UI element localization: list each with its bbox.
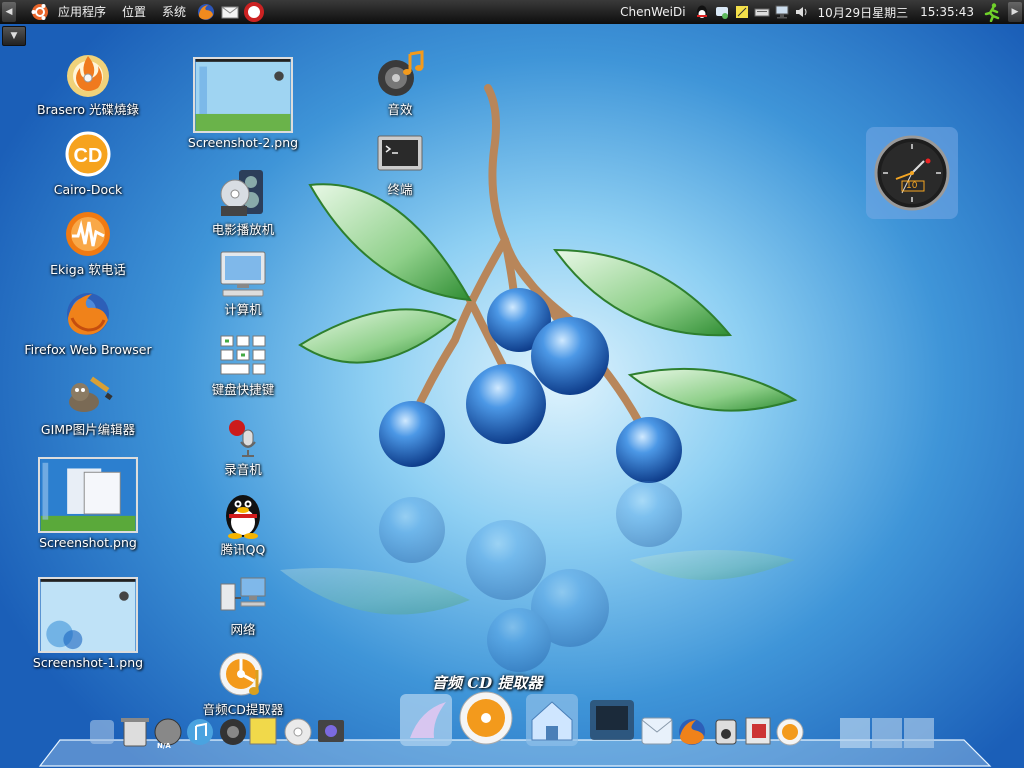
desktop-icon-sound[interactable]: 音效 <box>325 48 475 118</box>
dock-weather-badge: N/A <box>157 742 171 750</box>
cairo-dock[interactable] <box>0 690 1024 768</box>
system-tray: ChenWeiDi 10月29日星期三 15:35:43 <box>614 0 1004 24</box>
desktop-icon-network[interactable]: 网络 <box>168 568 318 638</box>
dock-firefox-icon[interactable] <box>679 719 705 745</box>
keyboard-tray-icon[interactable] <box>754 4 770 20</box>
desktop-icon-sound-recorder[interactable]: 录音机 <box>168 408 318 478</box>
keyboard-icon <box>220 335 266 375</box>
desktop-icon-firefox[interactable]: Firefox Web Browser <box>13 288 163 358</box>
dock-software-center-icon[interactable] <box>745 717 771 745</box>
desktop-icon-ekiga[interactable]: Ekiga 软电话 <box>13 208 163 278</box>
dock-cd-icon[interactable] <box>284 718 312 746</box>
desktop-icon-label: Screenshot-1.png <box>32 655 144 670</box>
analog-clock-face <box>874 135 950 211</box>
terminal-icon <box>377 135 423 171</box>
qq-tray-icon[interactable] <box>694 4 710 20</box>
dock-terminal-icon[interactable] <box>590 700 634 740</box>
desktop-icon-label: 腾讯QQ <box>220 542 266 557</box>
clock-widget[interactable]: 10 <box>866 127 958 219</box>
desktop-icon-gimp[interactable]: GIMP图片编辑器 <box>13 368 163 438</box>
desktop-icon-keyboard-shortcuts[interactable]: 键盘快捷键 <box>168 328 318 398</box>
image-thumbnail <box>193 57 293 133</box>
image-thumbnail <box>38 577 138 653</box>
desktop-icon-label: 计算机 <box>224 302 262 317</box>
computer-icon <box>220 251 266 297</box>
date-label[interactable]: 10月29日星期三 <box>818 4 909 21</box>
desktop-icon-movie-player[interactable]: 电影播放机 <box>168 168 318 238</box>
menu-places[interactable]: 位置 <box>114 0 154 24</box>
dock-cd-ripper-icon[interactable] <box>459 691 513 745</box>
movie-player-icon <box>220 170 263 216</box>
desktop-icon-label: Cairo-Dock <box>53 182 123 197</box>
dock-workspace-switcher[interactable] <box>840 718 934 748</box>
dock-mail-icon[interactable] <box>641 717 673 745</box>
desktop-icon-label: Screenshot-2.png <box>187 135 299 150</box>
panel-scroll-right-button[interactable]: ▶ <box>1008 2 1022 22</box>
firefox-icon <box>67 293 109 335</box>
desktop-icon-label: 电影播放机 <box>211 222 275 237</box>
mail-launcher-icon[interactable] <box>220 2 240 22</box>
desktop[interactable]: ◀ 应用程序 位置 系统 ChenWeiDi 10月29日星期三 15:35:4… <box>0 0 1024 768</box>
svg-text:CD: CD <box>74 145 103 167</box>
speaker-icon <box>378 50 424 96</box>
desktop-icon-terminal[interactable]: 终端 <box>325 128 475 198</box>
microphone-icon <box>229 420 256 457</box>
help-launcher-icon[interactable] <box>244 2 265 22</box>
desktop-icon-label: Ekiga 软电话 <box>50 262 126 277</box>
disc-burner-icon <box>67 55 109 97</box>
desktop-icon-label: Screenshot.png <box>39 535 137 550</box>
pidgin-tray-icon[interactable] <box>714 4 730 20</box>
top-panel: ◀ 应用程序 位置 系统 ChenWeiDi 10月29日星期三 15:35:4… <box>0 0 1024 24</box>
gimp-icon <box>69 376 113 412</box>
dock-audio-cd-icon[interactable] <box>776 718 804 746</box>
network-tray-icon[interactable] <box>774 4 790 20</box>
desktop-icon-label: GIMP图片编辑器 <box>40 422 136 437</box>
network-icon <box>220 577 266 611</box>
notes-tray-icon[interactable] <box>734 4 750 20</box>
dock-notes-icon[interactable] <box>249 717 277 745</box>
firefox-launcher-icon[interactable] <box>196 2 216 22</box>
desktop-icon-cairo-dock[interactable]: CD Cairo-Dock <box>13 128 163 198</box>
dock-weather-icon[interactable] <box>90 720 114 744</box>
dock-sound-icon[interactable] <box>220 719 246 745</box>
dock-trash-icon[interactable] <box>121 718 149 747</box>
clock-date-display: 10 <box>906 181 918 191</box>
time-label[interactable]: 15:35:43 <box>920 5 974 19</box>
desktop-icon-label: 键盘快捷键 <box>211 382 275 397</box>
penguin-icon <box>226 495 260 539</box>
desktop-icon-brasero[interactable]: Brasero 光碟燒錄 <box>13 48 163 118</box>
dock-pidgin-icon[interactable] <box>400 694 452 746</box>
desktop-icon-label: Firefox Web Browser <box>24 342 152 357</box>
dock-rhythmbox-icon[interactable] <box>187 719 213 745</box>
main-menu-bar: 应用程序 位置 系统 <box>50 0 266 24</box>
softphone-icon <box>66 212 110 256</box>
dock-home-folder-icon[interactable] <box>526 694 578 746</box>
cairo-dock-icon: CD <box>65 131 111 177</box>
bottom-panel-toggle-button[interactable]: ▼ <box>2 26 26 46</box>
desktop-icon-screenshot-2[interactable]: Screenshot-2.png <box>168 57 318 151</box>
desktop-icon-label: Brasero 光碟燒錄 <box>36 102 140 117</box>
dock-screen-icon[interactable] <box>318 720 344 742</box>
dock-phone-icon[interactable] <box>715 719 737 745</box>
menu-applications[interactable]: 应用程序 <box>50 0 114 24</box>
desktop-icon-qq[interactable]: 腾讯QQ <box>168 488 318 558</box>
username-label[interactable]: ChenWeiDi <box>620 5 685 19</box>
desktop-icon-computer[interactable]: 计算机 <box>168 248 318 318</box>
log-out-running-man-icon[interactable] <box>982 2 1002 22</box>
desktop-icon-screenshot[interactable]: Screenshot.png <box>13 457 163 551</box>
desktop-icon-label: 音效 <box>387 102 413 117</box>
desktop-icon-label: 终端 <box>387 182 413 197</box>
desktop-icon-screenshot-1[interactable]: Screenshot-1.png <box>13 577 163 671</box>
image-thumbnail <box>38 457 138 533</box>
desktop-icon-label: 网络 <box>230 622 256 637</box>
menu-system[interactable]: 系统 <box>154 0 194 24</box>
volume-icon[interactable] <box>794 4 810 20</box>
desktop-icon-label: 录音机 <box>224 462 262 477</box>
panel-scroll-left-button[interactable]: ◀ <box>2 2 16 22</box>
ubuntu-logo-icon[interactable] <box>30 2 50 22</box>
